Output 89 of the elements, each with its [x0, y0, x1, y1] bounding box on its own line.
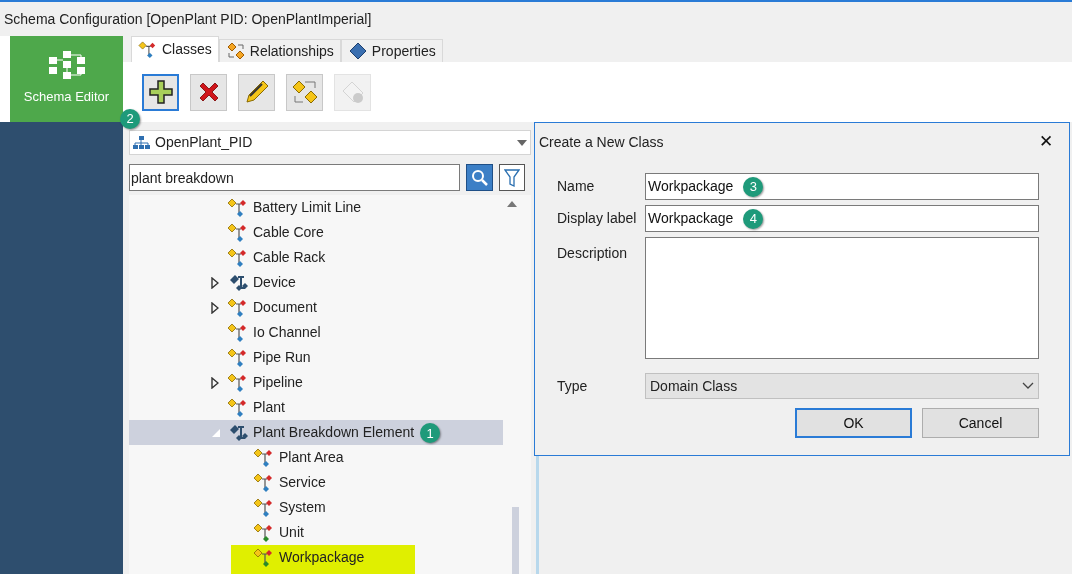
- expand-icon[interactable]: [211, 301, 219, 314]
- chevron-down-icon: [1022, 382, 1034, 390]
- type-dropdown[interactable]: Domain Class: [645, 373, 1039, 399]
- class-icon: [227, 297, 249, 318]
- tree-item[interactable]: Io Channel: [129, 320, 503, 345]
- tree-item-label: Cable Rack: [253, 248, 326, 267]
- tree-item[interactable]: Service: [129, 470, 503, 495]
- tree-item-label: System: [279, 498, 326, 517]
- tree-item[interactable]: Plant Breakdown Element 1: [129, 420, 503, 445]
- swap-button[interactable]: [286, 73, 323, 111]
- step-badge: 2: [120, 108, 140, 129]
- dropdown-arrow-icon: [517, 139, 527, 146]
- hierarchy-icon: [48, 51, 85, 82]
- search-field[interactable]: plant breakdown: [129, 164, 460, 191]
- class-icon: [227, 222, 249, 243]
- tree-item[interactable]: Document: [129, 295, 503, 320]
- field-label: Type: [557, 376, 589, 396]
- tree-item-label: Unit: [279, 523, 304, 542]
- tab[interactable]: Properties: [340, 39, 443, 62]
- tree-item-label: Io Channel: [253, 323, 321, 342]
- dialog-button[interactable]: Cancel: [922, 408, 1039, 438]
- tree-item-label: Document: [253, 298, 317, 317]
- tree-item-label: Service: [279, 473, 326, 492]
- description-field[interactable]: [645, 237, 1039, 359]
- dialog-button[interactable]: OK: [795, 408, 912, 438]
- tree-item[interactable]: Unit: [129, 520, 503, 545]
- class-icon: [253, 497, 275, 518]
- tree-item-label: Pipeline: [253, 373, 303, 392]
- hierarchy-icon: [133, 135, 151, 150]
- schema-dropdown[interactable]: OpenPlant_PID: [129, 130, 531, 155]
- add-button[interactable]: [142, 73, 179, 111]
- plus-icon: [147, 79, 174, 105]
- tab[interactable]: Relationships: [218, 39, 341, 62]
- search-button[interactable]: [466, 164, 493, 191]
- expand-icon[interactable]: [211, 376, 219, 389]
- window-title: Schema Configuration [OpenPlant PID: OpenPlantImperial]: [4, 9, 372, 29]
- edit-button[interactable]: [238, 73, 275, 111]
- class-icon: [253, 547, 275, 568]
- tree-item[interactable]: Plant Area: [129, 445, 503, 470]
- class-icon: [227, 322, 249, 343]
- class-icon: [227, 347, 249, 368]
- class-icon: [227, 397, 249, 418]
- sidebar-item-label: Schema Editor: [23, 88, 110, 107]
- class-icon: [138, 40, 158, 59]
- class-icon: [227, 372, 249, 393]
- tree-item[interactable]: Plant: [129, 395, 503, 420]
- filter-button[interactable]: [499, 164, 525, 191]
- step-badge: 3: [743, 176, 764, 197]
- tree-item-label: Workpackage: [279, 548, 365, 567]
- tree-item-label: Cable Core: [253, 223, 324, 242]
- search-icon: [470, 168, 489, 187]
- tree-item-label: Plant Area: [279, 448, 344, 467]
- class-icon: [253, 447, 275, 468]
- close-button[interactable]: ✕: [1035, 129, 1057, 155]
- tree-item-label: Pipe Run: [253, 348, 311, 367]
- dialog-title: Create a New Class: [539, 132, 664, 152]
- step-badge: 4: [743, 208, 764, 229]
- relationship-icon: [225, 42, 246, 60]
- tree-item[interactable]: System: [129, 495, 503, 520]
- class-icon: [227, 197, 249, 218]
- diamond-icon: [347, 42, 368, 60]
- class-icon: [253, 472, 275, 493]
- swap-icon: [290, 78, 319, 106]
- tree-item-label: Plant: [253, 398, 285, 417]
- tree-item-label: Device: [253, 273, 296, 292]
- text-field[interactable]: Workpackage 4: [645, 205, 1039, 232]
- pencil-icon: [243, 79, 270, 105]
- field-label: Name: [557, 177, 596, 196]
- tree-item[interactable]: Cable Core: [129, 220, 503, 245]
- scrollbar-thumb[interactable]: [512, 507, 519, 574]
- class-icon: [253, 522, 275, 543]
- tree-item[interactable]: Battery Limit Line: [129, 195, 503, 220]
- class-icon: [227, 247, 249, 268]
- field-label: Description: [557, 244, 629, 263]
- scroll-up-icon[interactable]: [507, 201, 517, 207]
- text-field[interactable]: Workpackage 3: [645, 173, 1039, 200]
- tree-item[interactable]: Pipeline: [129, 370, 503, 395]
- field-label: Display label: [557, 209, 638, 228]
- filter-icon: [504, 167, 520, 188]
- tree-item-label: Battery Limit Line: [253, 198, 362, 217]
- delete-button[interactable]: [190, 73, 227, 111]
- tree-item-label: Plant Breakdown Element: [253, 423, 415, 442]
- tree-item[interactable]: Cable Rack: [129, 245, 503, 270]
- tree-item[interactable]: Device: [129, 270, 503, 295]
- tree-item[interactable]: Pipe Run: [129, 345, 503, 370]
- step-badge: 1: [420, 423, 441, 444]
- dropdown-value: OpenPlant_PID: [155, 133, 254, 152]
- expand-icon[interactable]: [211, 276, 219, 289]
- tab[interactable]: Classes: [131, 36, 219, 62]
